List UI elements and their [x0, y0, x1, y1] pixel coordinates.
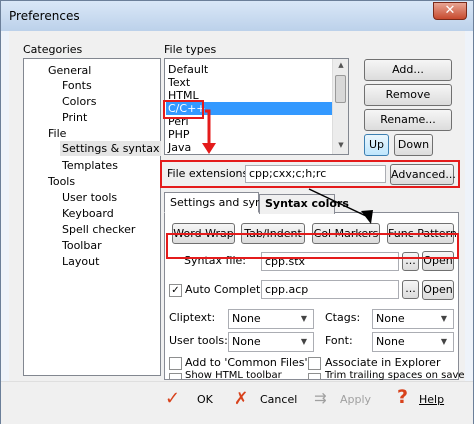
tree-item-layout[interactable]: Layout [62, 255, 99, 268]
tree-item-print[interactable]: Print [62, 111, 87, 124]
apply-icon: ⇉ [314, 389, 327, 407]
file-type-java[interactable]: Java [168, 141, 191, 154]
check-icon: ✓ [165, 388, 181, 409]
footer-bar: ✓ OK ✗ Cancel ⇉ Apply ? Help [1, 381, 473, 424]
tree-item-keyboard[interactable]: Keyboard [62, 207, 114, 220]
tree-item-toolbar[interactable]: Toolbar [62, 239, 102, 252]
chevron-down-icon: ▼ [300, 314, 308, 323]
user-tools-value: None [232, 335, 261, 348]
font-select[interactable]: None ▼ [372, 332, 454, 352]
cpp-highlight-box [163, 100, 204, 119]
add-button[interactable]: Add... [364, 59, 452, 81]
tab-settings-and-syntax[interactable]: Settings and syntax [164, 192, 280, 213]
trim-spaces-label: Trim trailing spaces on save [325, 370, 465, 381]
auto-completion-open-button[interactable]: Open [422, 280, 454, 300]
show-toolbar-checkbox[interactable] [169, 373, 182, 379]
file-type-default[interactable]: Default [168, 63, 208, 76]
dialog-body: Categories General Fonts Colors Print Fi… [9, 31, 465, 381]
down-button[interactable]: Down [394, 134, 433, 156]
tree-item-general[interactable]: General [48, 64, 91, 77]
associate-explorer-checkbox[interactable] [308, 357, 321, 370]
file-extensions-input[interactable]: cpp;cxx;c;h;rc [245, 165, 386, 183]
file-type-text[interactable]: Text [168, 76, 190, 89]
auto-completion-browse-button[interactable]: ... [402, 280, 419, 299]
file-types-scrollbar[interactable]: ▲ ▼ [332, 59, 348, 154]
user-tools-select[interactable]: None ▼ [228, 332, 314, 352]
common-files-checkbox[interactable] [169, 357, 182, 370]
scroll-up-icon[interactable]: ▲ [336, 61, 346, 71]
cancel-label: Cancel [260, 393, 298, 406]
advanced-button[interactable]: Advanced... [390, 164, 456, 185]
tree-item-file[interactable]: File [48, 127, 66, 140]
cliptext-select[interactable]: None ▼ [228, 309, 314, 329]
chevron-down-icon: ▼ [440, 337, 448, 346]
rename-button[interactable]: Rename... [364, 109, 452, 131]
close-button[interactable]: ✕ [433, 2, 467, 20]
tree-item-tools[interactable]: Tools [48, 175, 75, 188]
question-icon: ? [397, 386, 409, 408]
ok-label: OK [197, 393, 213, 406]
common-files-label: Add to 'Common Files' [185, 356, 308, 369]
remove-button[interactable]: Remove [364, 84, 452, 106]
file-extensions-label: File extensions: [167, 167, 252, 180]
associate-explorer-label: Associate in Explorer [325, 356, 441, 369]
tab-syntax-colors[interactable]: Syntax colors [259, 194, 349, 214]
ctags-select[interactable]: None ▼ [372, 309, 454, 329]
tree-item-spell-checker[interactable]: Spell checker [62, 223, 135, 236]
tree-item-templates[interactable]: Templates [62, 159, 118, 172]
window-title: Preferences [9, 9, 80, 23]
ok-button[interactable]: ✓ OK [163, 388, 225, 413]
font-label: Font: [325, 334, 353, 347]
file-type-php[interactable]: PHP [168, 128, 190, 141]
cliptext-label: Cliptext: [169, 311, 216, 324]
cancel-button[interactable]: ✗ Cancel [230, 388, 298, 413]
close-icon: ✕ [444, 3, 456, 18]
cancel-x-icon: ✗ [234, 389, 249, 409]
categories-tree[interactable]: General Fonts Colors Print File Settings… [23, 58, 162, 376]
scroll-thumb[interactable] [335, 75, 346, 103]
help-label: Help [419, 393, 445, 406]
ctags-label: Ctags: [325, 311, 361, 324]
font-value: None [376, 335, 405, 348]
auto-completion-checkbox[interactable]: ✓ [169, 284, 182, 297]
show-toolbar-label: Show HTML toolbar [185, 370, 282, 381]
ctags-value: None [376, 312, 405, 325]
tree-item-user-tools[interactable]: User tools [62, 191, 117, 204]
chevron-down-icon: ▼ [300, 337, 308, 346]
syntax-file-highlight-box [166, 233, 459, 259]
apply-button[interactable]: ⇉ Apply [312, 388, 374, 413]
file-types-label: File types [164, 43, 217, 56]
user-tools-label: User tools: [169, 334, 228, 347]
categories-label: Categories [23, 43, 83, 56]
chevron-down-icon: ▼ [440, 314, 448, 323]
auto-completion-input[interactable]: cpp.acp [261, 280, 399, 299]
help-button[interactable]: ? Help [397, 386, 457, 413]
tree-item-colors[interactable]: Colors [62, 95, 96, 108]
apply-label: Apply [340, 393, 372, 406]
title-bar: Preferences ✕ [1, 1, 473, 31]
trim-spaces-checkbox[interactable] [308, 373, 321, 379]
scroll-down-icon[interactable]: ▼ [336, 141, 346, 151]
tree-item-settings-syntax[interactable]: Settings & syntax [60, 141, 162, 156]
tree-item-fonts[interactable]: Fonts [62, 79, 92, 92]
up-button[interactable]: Up [364, 134, 389, 156]
preferences-dialog: Preferences ✕ Categories General Fonts C… [0, 0, 474, 424]
cliptext-value: None [232, 312, 261, 325]
